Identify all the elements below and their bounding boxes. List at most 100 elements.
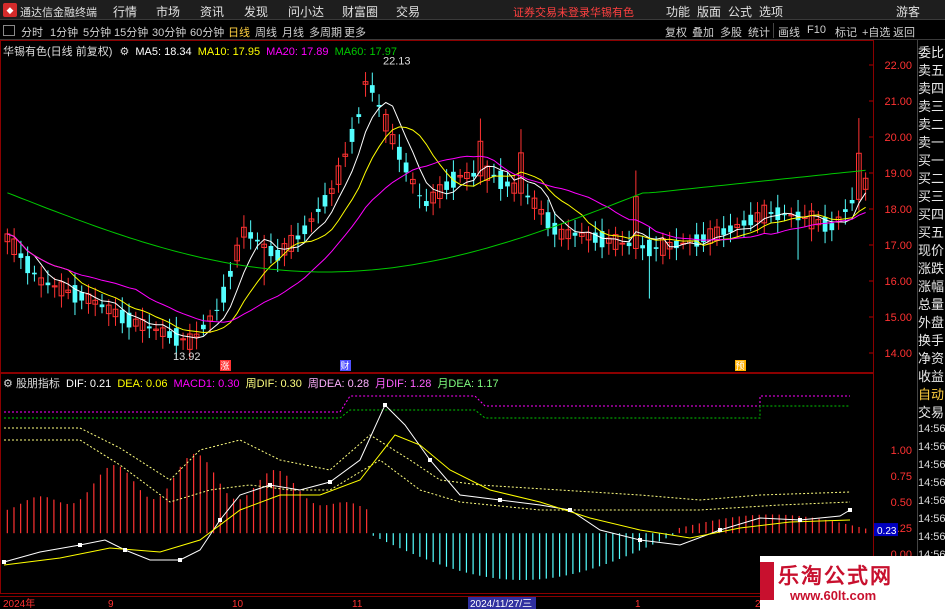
menu-layout[interactable]: 版面 xyxy=(697,3,721,20)
candle-body xyxy=(315,208,321,212)
label-turnover: 换手 xyxy=(918,333,945,348)
label-buy2: 买二 xyxy=(918,171,945,186)
menu-formula[interactable]: 公式 xyxy=(728,3,752,20)
menu-discover[interactable]: 发现 xyxy=(244,3,268,20)
candle-body xyxy=(748,214,754,226)
date-axis-label: 2024年 xyxy=(3,597,35,609)
menu-news[interactable]: 资讯 xyxy=(200,3,224,20)
legend-macd1: MACD1: 0.30 xyxy=(173,378,240,390)
btn-statistics[interactable]: 统计 xyxy=(748,24,770,40)
period-60min[interactable]: 60分钟 xyxy=(190,24,224,40)
chart-canvas[interactable]: 22.00 21.00 20.00 19.00 18.00 17.00 16.00 15.00… xyxy=(0,40,918,609)
btn-overlay[interactable]: 叠加 xyxy=(692,24,714,40)
tick-time-list: 14:56 14:56 14:56 14:56 14:56 14:56 14:5… xyxy=(918,420,945,564)
dif-point xyxy=(383,403,387,407)
legend-month-dif: 月DIF: 1.28 xyxy=(375,378,432,390)
label-buy1: 买一 xyxy=(918,153,945,168)
dif-point xyxy=(798,518,802,522)
candle-body xyxy=(701,234,706,243)
date-axis-label: 1 xyxy=(635,599,641,609)
menu-guest[interactable]: 游客 xyxy=(896,3,920,20)
period-multi[interactable]: 多周期 xyxy=(309,24,342,40)
candle-body xyxy=(396,146,402,160)
btn-draw-line[interactable]: 画线 xyxy=(778,24,800,40)
date-axis-label: 10 xyxy=(232,599,244,609)
menu-wealth[interactable]: 财富圈 xyxy=(342,3,378,20)
candle-body xyxy=(322,195,328,207)
menu-market[interactable]: 市场 xyxy=(156,3,180,20)
period-5min[interactable]: 5分钟 xyxy=(83,24,111,40)
period-more[interactable]: 更多 xyxy=(344,24,366,40)
label-change: 涨跌 xyxy=(918,261,945,276)
price-axis-label: 20.00 xyxy=(884,132,912,144)
btn-multi-stock[interactable]: 多股 xyxy=(720,24,742,40)
dif-point xyxy=(718,528,722,532)
period-15min[interactable]: 15分钟 xyxy=(114,24,148,40)
label-price: 现价 xyxy=(918,243,945,258)
candle-body xyxy=(32,272,37,275)
panel-toggle-icon[interactable] xyxy=(3,25,15,36)
tick-time: 14:56 xyxy=(918,423,945,435)
quote-panel-labels: 委比 卖五 卖四 卖三 卖二 卖一 买一 买二 买三 买四 买五 现价 涨跌 涨… xyxy=(918,44,945,386)
main-chart-frame xyxy=(0,40,874,373)
candle-body xyxy=(552,222,558,235)
menu-options[interactable]: 选项 xyxy=(759,3,783,20)
candle-body xyxy=(545,212,551,229)
btn-mark[interactable]: 标记 xyxy=(835,24,857,40)
candle-body xyxy=(626,242,632,247)
dif-point xyxy=(78,543,82,547)
period-30min[interactable]: 30分钟 xyxy=(152,24,186,40)
indicator-axis-label: 1.00 xyxy=(891,445,912,457)
period-tick[interactable]: 分时 xyxy=(21,24,43,40)
date-axis-label: 11 xyxy=(352,599,363,609)
btn-restore-rights[interactable]: 复权 xyxy=(665,24,687,40)
watermark-title: 乐淘公式网 xyxy=(778,565,893,588)
candle-body xyxy=(444,181,450,190)
trade-login-status[interactable]: 证券交易未登录 xyxy=(513,4,590,20)
candle-body xyxy=(423,201,429,207)
candle-body xyxy=(640,245,645,249)
annotation-low: 13.92 xyxy=(173,351,201,363)
candle-body xyxy=(119,309,125,324)
btn-back[interactable]: 返回 xyxy=(893,24,915,40)
menu-bar: ◆ 通达信金融终端 行情 市场 资讯 发现 问小达 财富圈 交易 证券交易未登录… xyxy=(0,0,945,20)
indicator-name: 股朋指标 xyxy=(15,378,60,390)
candle-body xyxy=(417,195,422,197)
menu-function[interactable]: 功能 xyxy=(666,3,690,20)
dif-point xyxy=(2,560,6,564)
price-axis-label: 16.00 xyxy=(884,276,912,288)
label-weibi: 委比 xyxy=(918,45,945,60)
btn-add-favorite[interactable]: +自选 xyxy=(862,24,890,40)
dif-point xyxy=(428,458,432,462)
candle-body xyxy=(356,114,362,117)
btn-f10[interactable]: F10 xyxy=(807,24,826,36)
legend-dea: DEA: 0.06 xyxy=(117,378,168,390)
candle-body xyxy=(146,326,152,329)
dif-point xyxy=(638,538,642,542)
candle-body xyxy=(498,170,504,189)
month-dea-line xyxy=(4,405,850,419)
tick-time: 14:56 xyxy=(918,513,945,525)
legend-ma10: MA10: 17.95 xyxy=(197,46,261,58)
app-logo-icon: ◆ xyxy=(3,3,17,17)
price-axis-label: 21.00 xyxy=(884,96,912,108)
label-buy3: 买三 xyxy=(918,189,945,204)
marker-yu: 预 xyxy=(735,361,744,372)
current-stock-name: 华锡有色 xyxy=(590,7,634,19)
menu-xiaoda[interactable]: 问小达 xyxy=(288,3,324,20)
settings-gear-icon[interactable]: ⚙ xyxy=(3,378,13,390)
period-1min[interactable]: 1分钟 xyxy=(50,24,78,40)
indicator-current-value: 0.23 xyxy=(877,526,897,537)
legend-week-dea: 周DEA: 0.28 xyxy=(307,378,370,390)
candle-body xyxy=(248,232,254,239)
label-sell2: 卖二 xyxy=(918,117,945,132)
candle-body xyxy=(268,245,274,257)
auto-label[interactable]: 自动 xyxy=(918,386,945,404)
menu-trade[interactable]: 交易 xyxy=(396,3,420,20)
period-daily[interactable]: 日线 xyxy=(228,24,250,40)
candle-body xyxy=(403,162,409,173)
settings-gear-icon[interactable]: ⚙ xyxy=(119,46,129,58)
period-monthly[interactable]: 月线 xyxy=(282,24,304,40)
period-weekly[interactable]: 周线 xyxy=(255,24,277,40)
menu-quotes[interactable]: 行情 xyxy=(113,3,137,20)
